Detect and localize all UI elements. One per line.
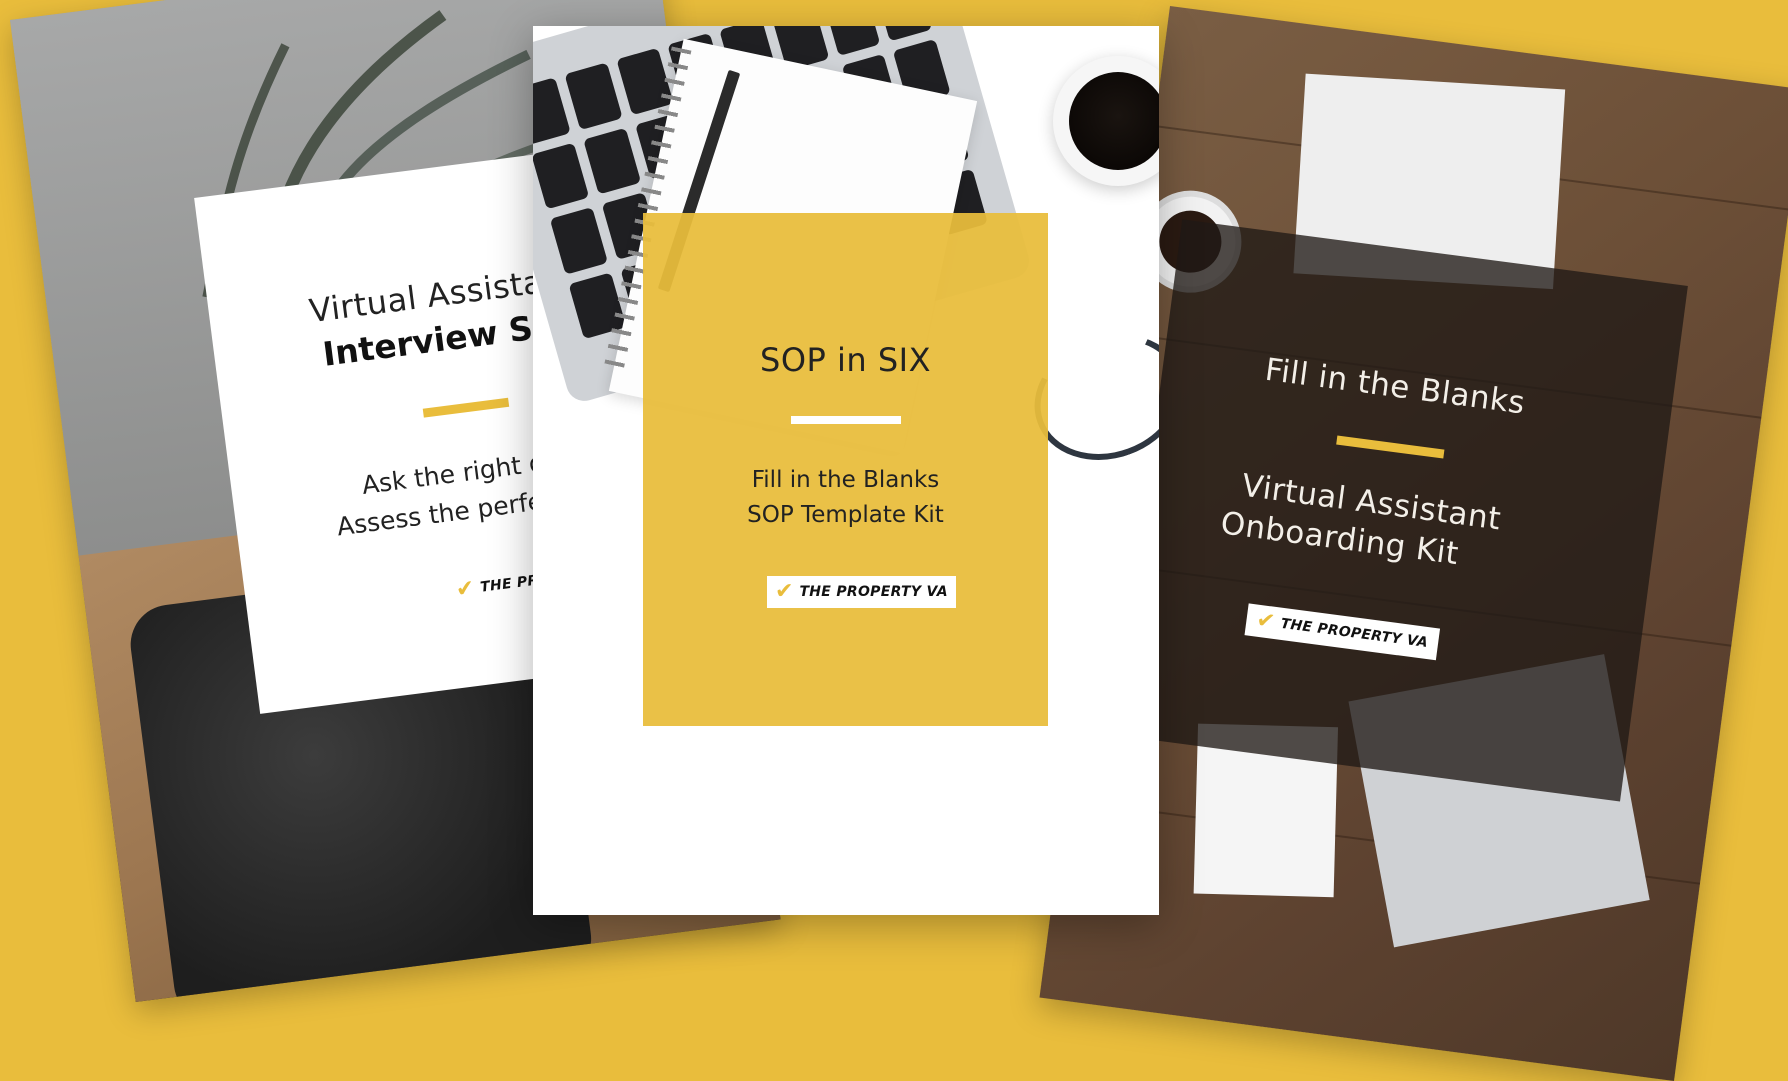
check-icon: ✔ — [454, 575, 476, 603]
accent-bar — [422, 397, 510, 418]
booklet-title: SOP in SIX — [760, 341, 931, 379]
check-icon: ✔ — [775, 579, 794, 604]
logo-text: THE PROPERTY VA — [799, 584, 948, 600]
sop-title-panel: SOP in SIX Fill in the Blanks SOP Templa… — [643, 213, 1048, 726]
accent-bar — [791, 416, 901, 424]
logo-text: THE PROPERTY VA — [1279, 615, 1429, 652]
check-icon: ✔ — [1254, 607, 1277, 635]
onboarding-overlay-panel: Fill in the Blanks Virtual Assistant Onb… — [1114, 219, 1688, 802]
subtitle-line-1: Fill in the Blanks — [751, 467, 940, 493]
property-va-logo: ✔ THE PROPERTY VA — [767, 576, 956, 608]
subtitle-line-2: SOP Template Kit — [747, 502, 944, 528]
coffee-cup-image — [1053, 56, 1159, 186]
title-line-1: Fill in the Blanks — [1263, 351, 1528, 422]
accent-bar — [1336, 435, 1445, 459]
property-va-logo: ✔ THE PROPERTY VA — [1244, 603, 1440, 661]
sop-in-six-booklet: SOP in SIX Fill in the Blanks SOP Templa… — [533, 26, 1159, 915]
